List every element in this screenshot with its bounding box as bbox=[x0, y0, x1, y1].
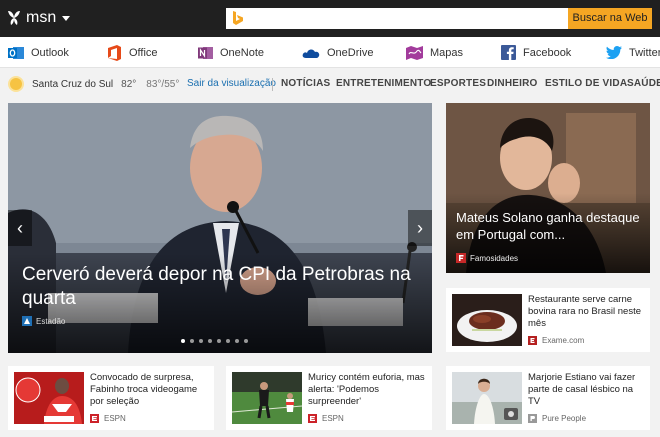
nav-dinheiro[interactable]: DINHEIRO bbox=[487, 68, 538, 100]
nav-entretenimento[interactable]: ENTRETENIMENTO bbox=[336, 68, 431, 100]
app-link-onedrive[interactable]: OneDrive bbox=[302, 37, 373, 68]
exame-icon bbox=[528, 336, 537, 345]
pure-people-icon bbox=[528, 414, 537, 423]
app-label: Outlook bbox=[31, 46, 69, 59]
news-card[interactable]: Convocado de surpresa, Fabinho troca vid… bbox=[8, 366, 214, 430]
sun-icon bbox=[10, 78, 22, 90]
weather-city: Santa Cruz do Sul bbox=[32, 78, 114, 90]
app-label: Office bbox=[129, 46, 158, 59]
maps-icon bbox=[406, 45, 423, 60]
app-link-office[interactable]: Office bbox=[107, 37, 158, 68]
carousel-dot[interactable] bbox=[217, 339, 221, 343]
feature-title[interactable]: Mateus Solano ganha destaque em Portugal… bbox=[456, 209, 644, 243]
weather-temp: 82° bbox=[121, 78, 137, 90]
feature-story[interactable]: Mateus Solano ganha destaque em Portugal… bbox=[446, 103, 650, 273]
carousel-dot[interactable] bbox=[226, 339, 230, 343]
chevron-down-icon[interactable] bbox=[62, 15, 71, 21]
twitter-icon bbox=[606, 46, 622, 59]
search-button[interactable]: Buscar na Web bbox=[568, 8, 652, 29]
carousel-dot[interactable] bbox=[199, 339, 203, 343]
card-source-label: Pure People bbox=[542, 414, 587, 423]
app-bar: Outlook Office OneNote OneDrive Mapas Fa… bbox=[0, 37, 660, 68]
card-source-label: Exame.com bbox=[542, 336, 585, 345]
nav-esportes[interactable]: ESPORTES bbox=[430, 68, 486, 100]
hero-title[interactable]: Cerveró deverá depor na CPI da Petrobras… bbox=[22, 263, 417, 311]
top-bar: msn Buscar na Web bbox=[0, 0, 660, 37]
facebook-icon bbox=[501, 45, 516, 60]
weather-range: 83°/55° bbox=[146, 78, 180, 90]
carousel-dot[interactable] bbox=[181, 339, 185, 343]
app-label: Twitter bbox=[629, 46, 660, 59]
hero-source[interactable]: Estadão bbox=[22, 316, 65, 326]
feature-source[interactable]: Famosidades bbox=[456, 253, 518, 263]
card-title[interactable]: Muricy contém euforia, mas alerta: 'Pode… bbox=[308, 372, 428, 408]
card-thumbnail bbox=[14, 372, 84, 424]
card-title[interactable]: Convocado de surpresa, Fabinho troca vid… bbox=[90, 372, 208, 408]
carousel-dot[interactable] bbox=[190, 339, 194, 343]
card-title[interactable]: Restaurante serve carne bovina rara no B… bbox=[528, 294, 646, 330]
logo-text: msn bbox=[26, 9, 57, 26]
card-thumbnail bbox=[452, 294, 522, 346]
news-card[interactable]: Muricy contém euforia, mas alerta: 'Pode… bbox=[226, 366, 432, 430]
card-thumbnail bbox=[452, 372, 522, 424]
espn-icon bbox=[90, 414, 99, 423]
app-link-facebook[interactable]: Facebook bbox=[501, 37, 571, 68]
card-source[interactable]: ESPN bbox=[308, 414, 344, 423]
card-source-label: ESPN bbox=[104, 414, 126, 423]
carousel-dots bbox=[181, 339, 248, 343]
bing-icon bbox=[233, 11, 243, 25]
msn-logo[interactable]: msn bbox=[6, 7, 71, 29]
app-label: Facebook bbox=[523, 46, 572, 59]
search-box bbox=[226, 8, 568, 29]
section-nav-bar: Santa Cruz do Sul 82° 83°/55° Sair da vi… bbox=[0, 68, 660, 121]
app-label: OneNote bbox=[220, 46, 265, 59]
carousel-dot[interactable] bbox=[208, 339, 212, 343]
onenote-icon bbox=[198, 46, 213, 59]
estadao-icon bbox=[22, 316, 32, 326]
card-source[interactable]: ESPN bbox=[90, 414, 126, 423]
office-icon bbox=[108, 44, 121, 61]
app-label: Mapas bbox=[430, 46, 464, 59]
search-input[interactable] bbox=[248, 8, 564, 29]
nav-divider bbox=[272, 78, 273, 91]
app-link-maps[interactable]: Mapas bbox=[406, 37, 463, 68]
app-link-onenote[interactable]: OneNote bbox=[198, 37, 264, 68]
news-card[interactable]: Marjorie Estiano vai fazer parte de casa… bbox=[446, 366, 650, 430]
app-link-twitter[interactable]: Twitter bbox=[606, 37, 660, 68]
butterfly-icon bbox=[8, 11, 20, 25]
carousel-prev-button[interactable]: ‹ bbox=[8, 210, 32, 246]
carousel-dot[interactable] bbox=[235, 339, 239, 343]
hero-carousel[interactable]: Cerveró deverá depor na CPI da Petrobras… bbox=[8, 103, 432, 353]
card-source-label: ESPN bbox=[322, 414, 344, 423]
weather-widget[interactable]: Santa Cruz do Sul 82° 83°/55° bbox=[10, 68, 179, 100]
card-source[interactable]: Pure People bbox=[528, 414, 586, 423]
nav-noticias[interactable]: NOTÍCIAS bbox=[281, 68, 330, 100]
card-source[interactable]: Exame.com bbox=[528, 336, 584, 345]
hero-source-label: Estadão bbox=[36, 316, 66, 326]
app-link-outlook[interactable]: Outlook bbox=[8, 37, 69, 68]
news-card[interactable]: Restaurante serve carne bovina rara no B… bbox=[446, 288, 650, 352]
nav-estilo-de-vida[interactable]: ESTILO DE VIDA bbox=[545, 68, 627, 100]
outlook-icon bbox=[8, 46, 24, 59]
feature-source-label: Famosidades bbox=[470, 253, 519, 263]
famosidades-icon bbox=[456, 253, 466, 263]
app-label: OneDrive bbox=[327, 46, 374, 59]
card-thumbnail bbox=[232, 372, 302, 424]
carousel-dot[interactable] bbox=[244, 339, 248, 343]
carousel-next-button[interactable]: › bbox=[408, 210, 432, 246]
espn-icon bbox=[308, 414, 317, 423]
card-title[interactable]: Marjorie Estiano vai fazer parte de casa… bbox=[528, 372, 646, 408]
exit-preview-link[interactable]: Sair da visualização bbox=[187, 68, 276, 100]
onedrive-icon bbox=[302, 48, 320, 58]
